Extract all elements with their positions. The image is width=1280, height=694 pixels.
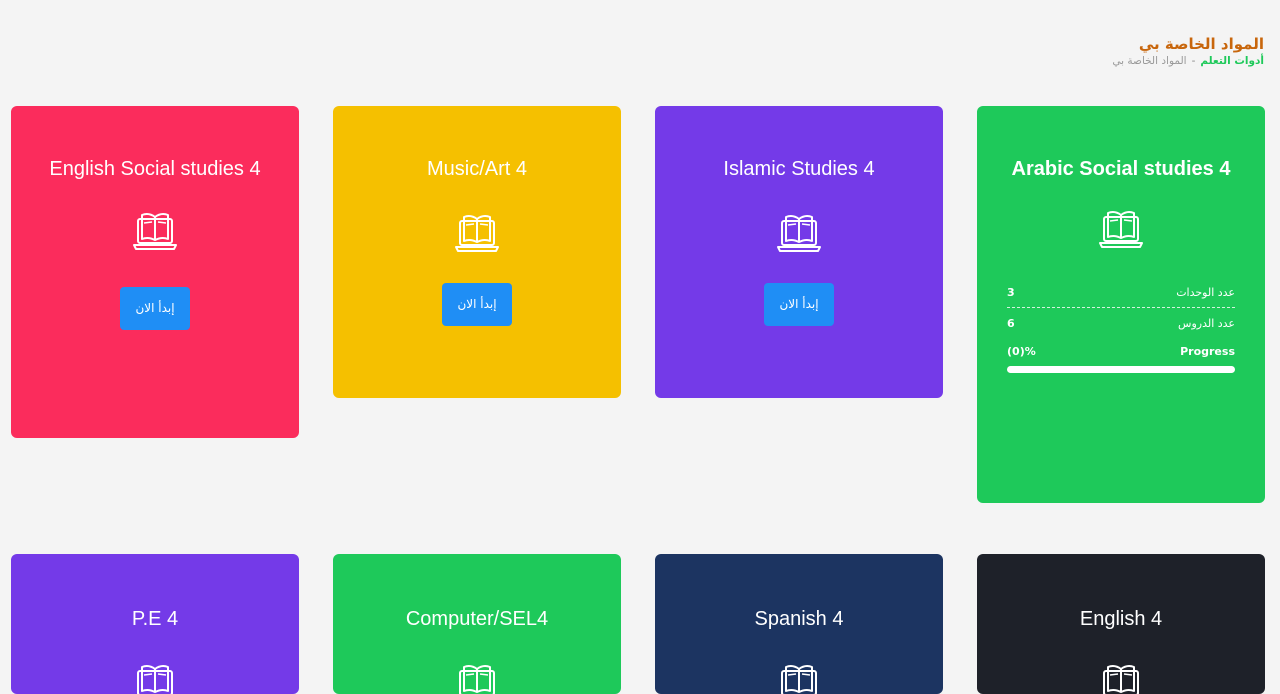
book-laptop-icon [977,657,1265,694]
units-label: عدد الوحدات [1176,285,1235,299]
units-value: 3 [1007,285,1015,299]
course-title: English 4 [1079,608,1163,630]
course-card-arabic-social-studies[interactable]: Arabic Social studies 4 عدد الوحدات 3 عد… [977,106,1265,503]
start-now-button[interactable]: إبدأ الان [120,287,190,330]
page-header: المواد الخاصة بي أدوات التعلم-المواد الخ… [1112,34,1264,68]
book-laptop-icon [655,657,943,694]
course-title: Spanish 4 [754,608,844,630]
course-card-islamic-studies[interactable]: Islamic Studies 4 إبدأ الان [655,106,943,398]
book-laptop-icon [977,203,1265,263]
start-now-button[interactable]: إبدأ الان [442,283,512,326]
units-row: عدد الوحدات 3 [1007,277,1235,307]
lessons-row: عدد الدروس 6 [1007,308,1235,338]
progress-value: %(0) [1007,344,1036,358]
book-laptop-icon [11,657,299,694]
course-title: Islamic Studies 4 [723,158,875,180]
progress-label: Progress [1180,344,1235,358]
page-title: المواد الخاصة بي [1138,35,1264,53]
breadcrumb-separator: - [1191,55,1196,67]
lessons-label: عدد الدروس [1178,316,1235,330]
book-laptop-icon [333,657,621,694]
course-title: Computer/SEL4 [405,608,549,630]
course-card-english-social-studies[interactable]: English Social studies 4 إبدأ الان [11,106,299,438]
course-title: English Social studies 4 [49,158,261,180]
progress-bar [1007,366,1235,373]
course-card-music-art[interactable]: Music/Art 4 إبدأ الان [333,106,621,398]
book-laptop-icon [11,205,299,265]
progress-row: Progress %(0) [1007,338,1235,364]
course-card-pe[interactable]: P.E 4 [11,554,299,694]
course-card-computer-sel[interactable]: Computer/SEL4 [333,554,621,694]
course-title: Music/Art 4 [426,158,528,180]
course-card-english[interactable]: English 4 [977,554,1265,694]
course-title: Arabic Social studies 4 [1011,158,1231,180]
breadcrumb: أدوات التعلم-المواد الخاصة بي [1112,54,1264,68]
lessons-value: 6 [1007,316,1015,330]
book-laptop-icon [655,207,943,267]
breadcrumb-root-link[interactable]: أدوات التعلم [1200,55,1264,67]
course-title: P.E 4 [131,608,179,630]
start-now-button[interactable]: إبدأ الان [764,283,834,326]
course-card-spanish[interactable]: Spanish 4 [655,554,943,694]
book-laptop-icon [333,207,621,267]
course-stats: عدد الوحدات 3 عدد الدروس 6 Progress %(0) [977,277,1265,373]
breadcrumb-current: المواد الخاصة بي [1112,55,1187,67]
